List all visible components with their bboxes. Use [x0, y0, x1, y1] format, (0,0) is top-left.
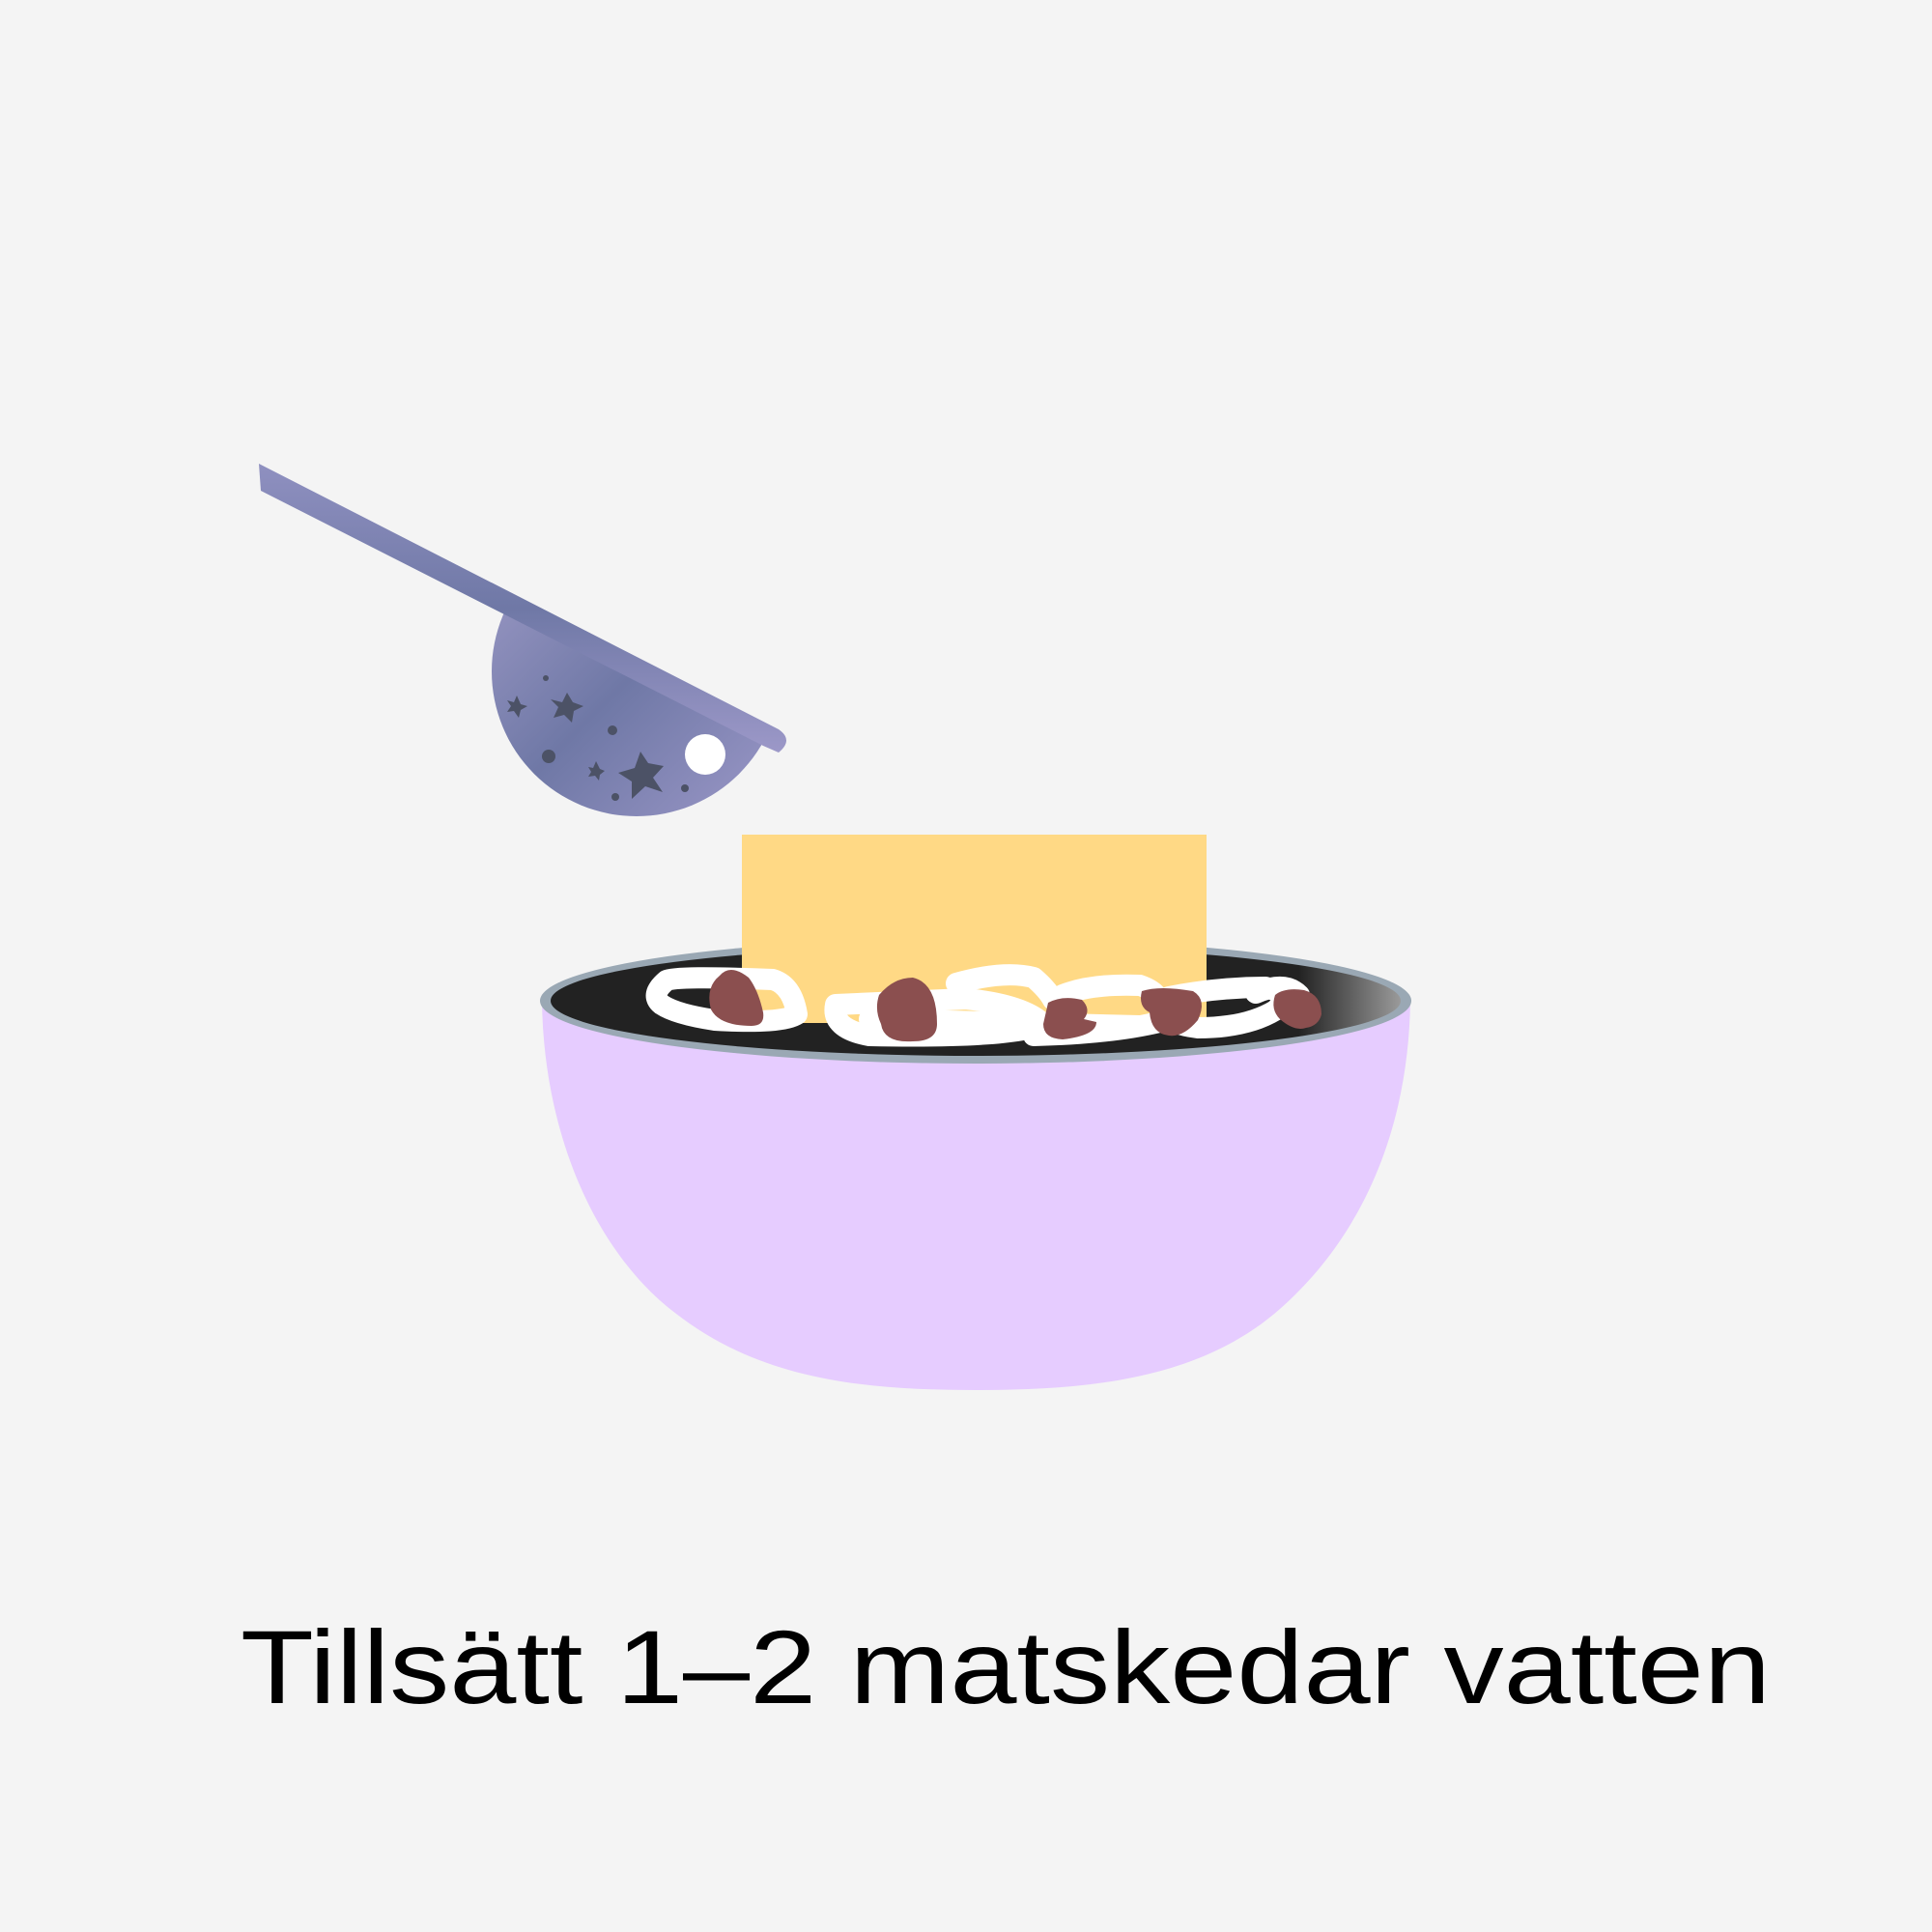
bowl-icon	[540, 835, 1411, 1390]
illustration-canvas: Tillsätt 1–2 matskedar vatten	[241, 464, 1771, 1725]
dot-icon	[543, 675, 549, 681]
water-drop-icon	[685, 734, 725, 775]
recipe-step-illustration: Tillsätt 1–2 matskedar vatten	[0, 0, 1932, 1932]
spoon-icon	[259, 464, 786, 816]
dot-icon	[542, 750, 555, 763]
dot-icon	[681, 784, 689, 792]
dot-icon	[608, 725, 617, 735]
instruction-caption: Tillsätt 1–2 matskedar vatten	[241, 1608, 1771, 1725]
dot-icon	[611, 793, 619, 801]
